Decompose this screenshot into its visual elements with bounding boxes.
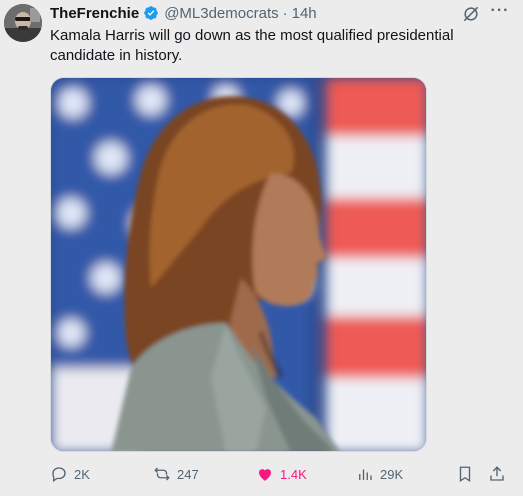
heart-icon (259, 469, 271, 481)
share-icon (490, 466, 504, 481)
reply-icon (52, 467, 66, 483)
like-count: 1.4K (280, 466, 307, 482)
reply-count: 2K (74, 466, 90, 482)
separator: · (282, 4, 288, 22)
tweet-header: TheFrenchie @ML3democrats · 14h (50, 3, 317, 23)
display-name[interactable]: TheFrenchie (50, 5, 139, 22)
repost-icon (154, 467, 170, 481)
tweet-text: Kamala Harris will go down as the most q… (50, 27, 454, 64)
views-count: 29K (380, 466, 404, 482)
share-button[interactable] (488, 464, 512, 484)
bookmark-button[interactable] (456, 464, 480, 484)
verified-badge-icon (143, 5, 159, 21)
grok-icon[interactable] (461, 4, 481, 24)
timestamp[interactable]: 14h (292, 5, 317, 22)
tweet[interactable]: TheFrenchie @ML3democrats · 14h ··· Kama… (0, 0, 523, 496)
reply-button[interactable]: 2K (50, 464, 90, 484)
repost-button[interactable]: 247 (153, 464, 199, 484)
views-icon (359, 469, 372, 480)
action-bar: 2K 247 1.4K 29K (50, 464, 510, 484)
like-button[interactable]: 1.4K (256, 464, 307, 484)
avatar[interactable] (4, 4, 42, 42)
views-button[interactable]: 29K (356, 464, 403, 484)
repost-count: 247 (177, 466, 199, 482)
bookmark-icon (459, 466, 471, 483)
handle[interactable]: @ML3democrats (164, 5, 278, 22)
more-options-icon[interactable]: ··· (489, 3, 511, 23)
tweet-photo[interactable] (50, 77, 427, 452)
